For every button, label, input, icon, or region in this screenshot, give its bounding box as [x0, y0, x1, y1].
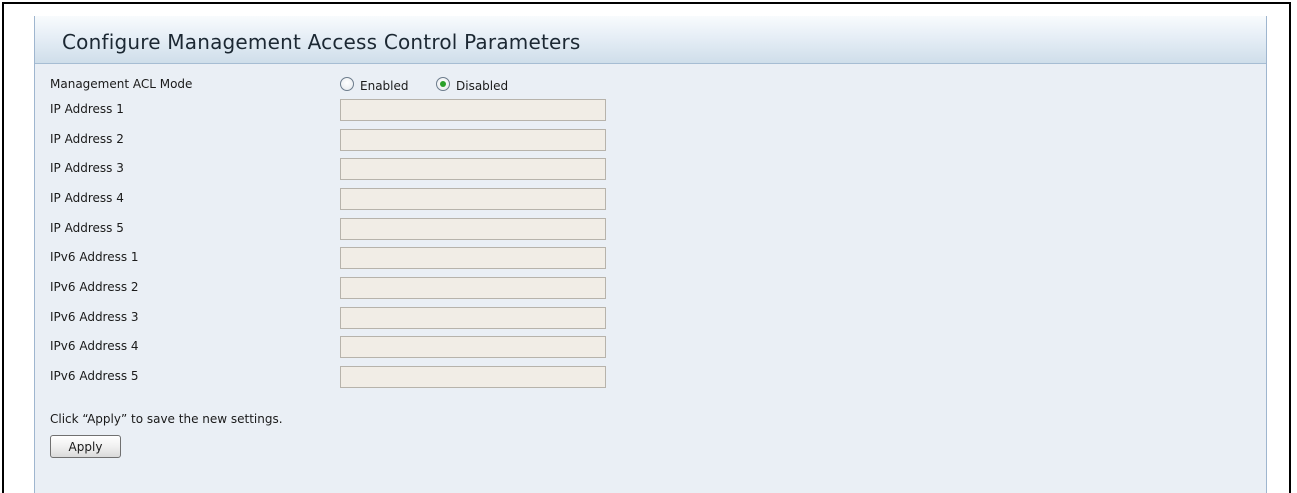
ipv6-address-4-input[interactable]	[340, 336, 606, 358]
ip-address-2-label: IP Address 2	[50, 132, 124, 146]
radio-disabled-circle[interactable]	[436, 77, 450, 91]
radio-enabled-circle[interactable]	[340, 77, 354, 91]
panel-title: Configure Management Access Control Para…	[62, 30, 581, 54]
ip-address-2-input[interactable]	[340, 129, 606, 151]
ip-address-1-label: IP Address 1	[50, 102, 124, 116]
radio-enabled-label[interactable]: Enabled	[360, 79, 409, 93]
ipv6-address-4-label: IPv6 Address 4	[50, 339, 139, 353]
ipv6-address-3-label: IPv6 Address 3	[50, 310, 139, 324]
radio-disabled-label[interactable]: Disabled	[456, 79, 508, 93]
ipv6-address-5-input[interactable]	[340, 366, 606, 388]
apply-hint-text: Click “Apply” to save the new settings.	[50, 412, 283, 426]
panel-header: Configure Management Access Control Para…	[35, 16, 1266, 64]
config-panel: Configure Management Access Control Para…	[34, 16, 1267, 493]
acl-mode-label: Management ACL Mode	[50, 77, 193, 91]
ipv6-address-5-label: IPv6 Address 5	[50, 369, 139, 383]
apply-button[interactable]: Apply	[50, 435, 121, 458]
ip-address-4-label: IP Address 4	[50, 191, 124, 205]
ipv6-address-1-label: IPv6 Address 1	[50, 250, 139, 264]
ip-address-5-input[interactable]	[340, 218, 606, 240]
ipv6-address-1-input[interactable]	[340, 247, 606, 269]
ipv6-address-2-label: IPv6 Address 2	[50, 280, 139, 294]
ipv6-address-3-input[interactable]	[340, 307, 606, 329]
ip-address-5-label: IP Address 5	[50, 221, 124, 235]
ipv6-address-2-input[interactable]	[340, 277, 606, 299]
ip-address-1-input[interactable]	[340, 99, 606, 121]
ip-address-4-input[interactable]	[340, 188, 606, 210]
ip-address-3-input[interactable]	[340, 158, 606, 180]
radio-selected-dot	[440, 81, 446, 87]
ip-address-3-label: IP Address 3	[50, 161, 124, 175]
